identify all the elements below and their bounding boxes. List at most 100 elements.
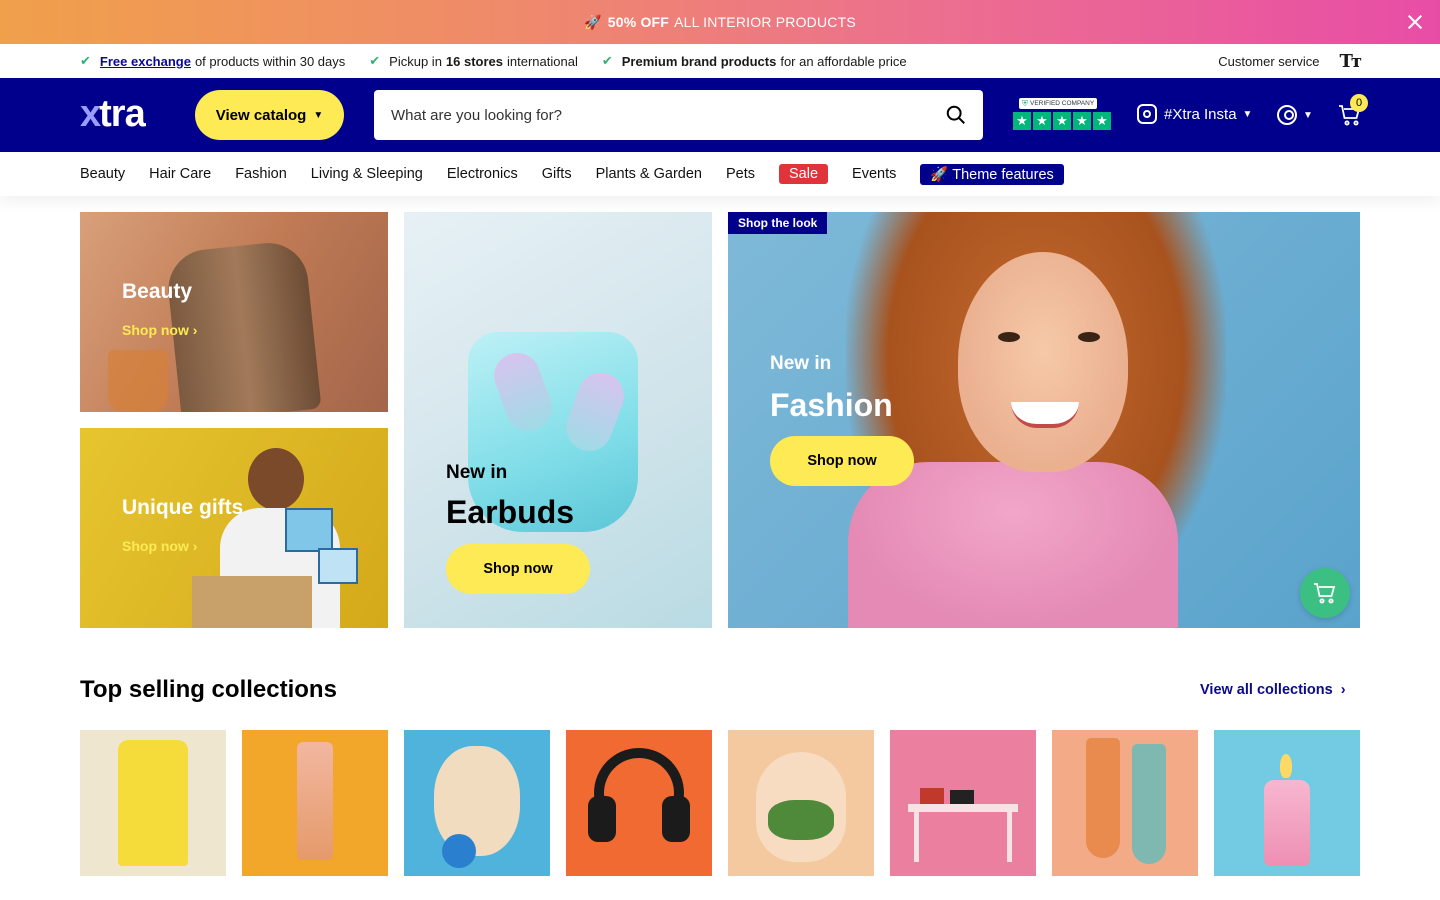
usp-item-exchange: ✔ Free exchange of products within 30 da… (80, 53, 345, 69)
collection-card-foundation[interactable] (242, 730, 388, 876)
collection-card-desk[interactable] (890, 730, 1036, 876)
gift-box-image (285, 508, 333, 552)
beauty-title: Beauty (122, 280, 193, 303)
gifts-shop-link[interactable]: Shop now › (122, 538, 197, 554)
cart-count-badge: 0 (1350, 94, 1368, 112)
usp-text: Pickup in (389, 53, 442, 69)
usp-bold: Premium brand products (621, 53, 777, 69)
collection-card-terrarium[interactable] (728, 730, 874, 876)
beauty-banner[interactable]: Beauty Shop now › (80, 212, 388, 412)
nav-item-living-sleeping[interactable]: Living & Sleeping (311, 166, 423, 182)
chevron-down-icon: ▼ (1242, 108, 1253, 120)
chevron-right-icon: › (192, 322, 198, 338)
shield-icon: ⛨ (1022, 98, 1028, 108)
catalog-label: View catalog (215, 106, 307, 124)
collections-title: Top selling collections (80, 676, 337, 703)
eye-image (998, 332, 1020, 342)
earbuds-shop-button[interactable]: Shop now (446, 544, 590, 594)
usp-item-premium: ✔ Premium brand products for an affordab… (602, 53, 907, 69)
search-bar (374, 90, 983, 140)
check-icon: ✔ (80, 53, 91, 68)
shop-the-look-tag[interactable]: Shop the look (728, 212, 828, 234)
beauty-shop-link[interactable]: Shop now › (122, 322, 197, 338)
earbuds-kicker: New in (446, 462, 508, 483)
earbuds-banner[interactable]: New in Earbuds Shop now (404, 212, 712, 628)
nav-item-plants-garden[interactable]: Plants & Garden (596, 166, 702, 182)
collection-card-puppy[interactable] (404, 730, 550, 876)
nav-item-gifts[interactable]: Gifts (542, 166, 572, 182)
star-icon: ★ (1093, 112, 1111, 130)
check-icon: ✔ (369, 53, 381, 68)
usp-right: Customer service Tт (1218, 44, 1362, 78)
rating-stars: ★ ★ ★ ★ ★ (1013, 112, 1113, 130)
chevron-right-icon: › (1340, 682, 1346, 698)
user-icon (1277, 105, 1297, 125)
announcement-highlight: 50% OFF (607, 14, 670, 30)
nav-item-hair-care[interactable]: Hair Care (149, 166, 211, 182)
fashion-shop-button[interactable]: Shop now (770, 436, 914, 486)
nav-item-electronics[interactable]: Electronics (447, 166, 518, 182)
flame-icon (1280, 754, 1292, 778)
sweater-image (848, 462, 1178, 628)
nav-item-fashion[interactable]: Fashion (235, 166, 287, 182)
close-icon[interactable] (1404, 11, 1426, 33)
star-icon: ★ (1013, 112, 1031, 130)
star-icon: ★ (1053, 112, 1071, 130)
logo-text: tra (99, 92, 146, 135)
gifts-title: Unique gifts (122, 496, 244, 519)
nav-item-sale[interactable]: Sale (779, 164, 829, 184)
shop-link-label: Shop now (122, 538, 189, 554)
usp-text: for an affordable price (780, 53, 907, 69)
logo[interactable]: x tra (80, 93, 146, 135)
bottle-image (297, 742, 333, 860)
usp-text: of products within 30 days (194, 53, 346, 69)
laptop-image (950, 790, 974, 804)
chevron-down-icon: ▼ (313, 109, 324, 121)
main-header: xtra View catalog ▼ ⛨VERIFIED COMPANY ★ … (0, 78, 1440, 152)
gifts-banner[interactable]: Unique gifts Shop now › (80, 428, 388, 628)
collection-card-banana-pants[interactable] (80, 730, 226, 876)
free-exchange-link[interactable]: Free exchange (100, 54, 191, 69)
desk-leg-image (1007, 812, 1012, 862)
earcup-image (588, 796, 616, 842)
collection-cards (80, 730, 1360, 876)
cardboard-box-image (192, 576, 312, 628)
quick-cart-button[interactable] (1300, 568, 1350, 618)
view-catalog-button[interactable]: View catalog ▼ (195, 90, 344, 140)
earbuds-title: Earbuds (446, 494, 575, 530)
usp-bar: ✔ Free exchange of products within 30 da… (0, 44, 1440, 78)
collection-card-socks[interactable] (1052, 730, 1198, 876)
nav-item-pets[interactable]: Pets (726, 166, 755, 182)
nav-item-beauty[interactable]: Beauty (80, 166, 125, 182)
account-menu[interactable]: ▼ (1277, 105, 1313, 125)
desk-leg-image (914, 812, 919, 862)
customer-service-link[interactable]: Customer service (1218, 54, 1319, 69)
candle-image (1264, 780, 1310, 866)
glass-image (108, 350, 168, 412)
collection-card-headphones[interactable] (566, 730, 712, 876)
verified-label: ⛨ VERIFIED COMPANY (1019, 98, 1098, 109)
instagram-dropdown[interactable]: #Xtra Insta ▼ (1137, 104, 1252, 124)
gift-box-image (318, 548, 358, 584)
sock-image (1086, 738, 1120, 858)
usp-bold: 16 stores (445, 53, 504, 69)
search-input[interactable] (391, 106, 911, 124)
star-icon: ★ (1033, 112, 1051, 130)
trust-badge[interactable]: ⛨ VERIFIED COMPANY ★ ★ ★ ★ ★ (1013, 98, 1113, 132)
text-size-icon[interactable]: Tт (1339, 51, 1362, 72)
chevron-down-icon: ▼ (1303, 109, 1313, 121)
view-all-collections-link[interactable]: View all collections › (1200, 682, 1346, 698)
search-icon[interactable] (945, 104, 967, 126)
ball-image (442, 834, 476, 868)
collection-card-candle[interactable] (1214, 730, 1360, 876)
view-all-label: View all collections (1200, 682, 1333, 698)
fashion-banner[interactable]: Shop the look New in Fashion Shop now (728, 212, 1360, 628)
star-icon: ★ (1073, 112, 1091, 130)
rocket-icon: 🚀 (584, 13, 602, 30)
announcement-text: ALL INTERIOR PRODUCTS (674, 14, 856, 30)
nav-item-theme-features[interactable]: 🚀 Theme features (920, 163, 1064, 185)
cart-button[interactable]: 0 (1338, 94, 1368, 127)
eye-image (1078, 332, 1100, 342)
nav-item-events[interactable]: Events (852, 166, 896, 182)
announcement-bar: 🚀 50% OFF ALL INTERIOR PRODUCTS (0, 0, 1440, 44)
